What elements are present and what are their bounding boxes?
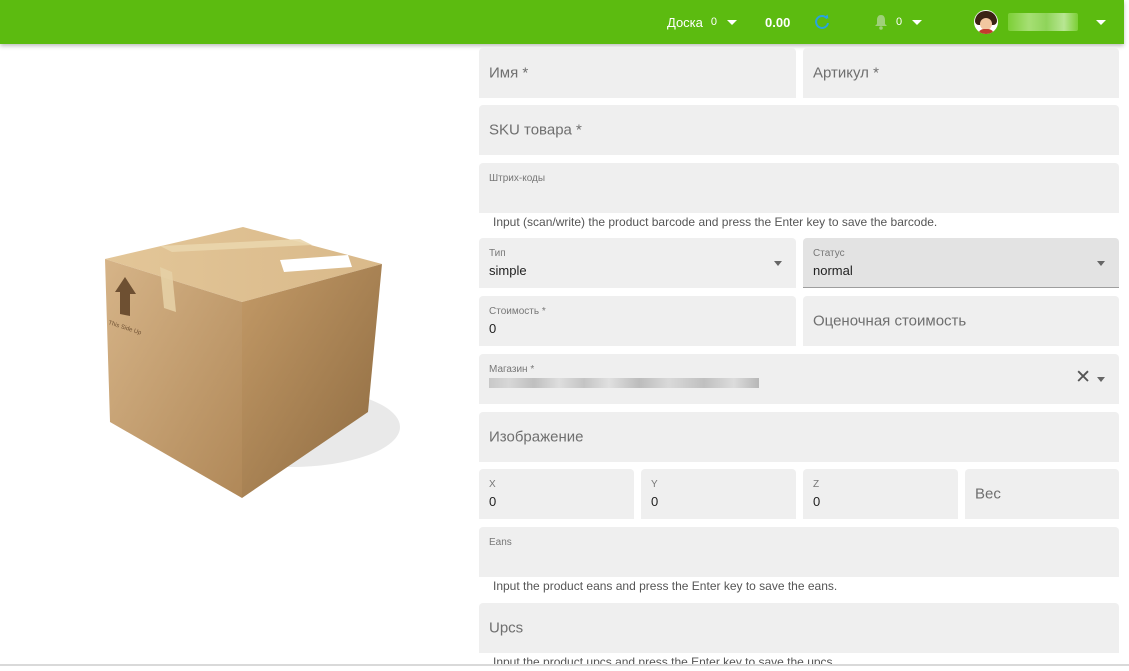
type-value: simple xyxy=(489,263,527,278)
upcs-field[interactable]: Upcs xyxy=(479,603,1119,653)
refresh-button[interactable] xyxy=(814,0,830,44)
caret-down-icon xyxy=(774,261,782,266)
type-label: Тип xyxy=(489,248,506,259)
weight-field[interactable]: Вес xyxy=(965,469,1119,519)
status-select[interactable]: Статус normal xyxy=(803,238,1119,288)
y-label: Y xyxy=(651,479,658,490)
x-field[interactable]: X 0 xyxy=(479,469,634,519)
caret-down-icon xyxy=(912,19,923,25)
sku-field[interactable]: SKU товара * xyxy=(479,105,1119,155)
z-value: 0 xyxy=(813,494,821,509)
article-field[interactable]: Артикул * xyxy=(803,48,1119,98)
balance-value: 0.00 xyxy=(765,14,791,30)
store-value-blurred xyxy=(489,378,759,388)
board-count: 0 xyxy=(710,16,718,28)
cost-field[interactable]: Стоимость * 0 xyxy=(479,296,796,346)
upcs-hint: Input the product upcs and press the Ent… xyxy=(493,655,836,664)
barcodes-hint: Input (scan/write) the product barcode a… xyxy=(493,215,938,229)
board-label: Доска xyxy=(667,14,703,30)
store-label: Магазин * xyxy=(489,364,535,375)
user-menu[interactable] xyxy=(974,0,1106,44)
sku-placeholder: SKU товара * xyxy=(489,121,582,139)
weight-placeholder: Вес xyxy=(975,485,1001,503)
eans-field[interactable]: Eans xyxy=(479,527,1119,577)
eans-label: Eans xyxy=(489,537,512,548)
estimated-cost-field[interactable]: Оценочная стоимость xyxy=(803,296,1119,346)
caret-down-icon xyxy=(1096,19,1106,25)
z-field[interactable]: Z 0 xyxy=(803,469,958,519)
x-label: X xyxy=(489,479,496,490)
cost-label: Стоимость * xyxy=(489,306,546,317)
barcodes-field[interactable]: Штрих-коды xyxy=(479,163,1119,213)
y-value: 0 xyxy=(651,494,659,509)
z-label: Z xyxy=(813,479,820,490)
avatar xyxy=(974,10,998,34)
box-image: This Side Up xyxy=(105,227,400,498)
caret-down-icon[interactable] xyxy=(1097,377,1105,382)
user-name-blurred xyxy=(1008,13,1078,31)
caret-down-icon xyxy=(1097,261,1105,266)
image-placeholder: Изображение xyxy=(489,428,584,446)
divider xyxy=(0,664,1129,666)
type-select[interactable]: Тип simple xyxy=(479,238,796,288)
cost-value: 0 xyxy=(489,321,497,336)
name-field[interactable]: Имя * xyxy=(479,48,796,98)
estimated-cost-placeholder: Оценочная стоимость xyxy=(813,312,967,330)
y-field[interactable]: Y 0 xyxy=(641,469,796,519)
close-icon[interactable]: ✕ xyxy=(1075,368,1091,387)
image-field[interactable]: Изображение xyxy=(479,412,1119,462)
x-value: 0 xyxy=(489,494,497,509)
top-bar: Доска 0 0.00 0 xyxy=(0,0,1124,44)
balance: 0.00 xyxy=(765,0,790,44)
board-selector[interactable]: Доска 0 xyxy=(667,0,738,44)
article-placeholder: Артикул * xyxy=(813,64,879,82)
notifications-count: 0 xyxy=(896,16,903,28)
upcs-placeholder: Upcs xyxy=(489,619,524,637)
barcodes-label: Штрих-коды xyxy=(489,173,546,184)
caret-down-icon xyxy=(727,19,738,25)
notifications-button[interactable]: 0 xyxy=(874,0,923,44)
status-label: Статус xyxy=(813,248,845,259)
name-placeholder: Имя * xyxy=(489,64,529,82)
bell-icon xyxy=(875,15,887,30)
status-value: normal xyxy=(813,263,853,278)
store-select[interactable]: Магазин * ✕ xyxy=(479,354,1119,404)
refresh-icon xyxy=(815,14,829,29)
eans-hint: Input the product eans and press the Ent… xyxy=(493,579,838,593)
